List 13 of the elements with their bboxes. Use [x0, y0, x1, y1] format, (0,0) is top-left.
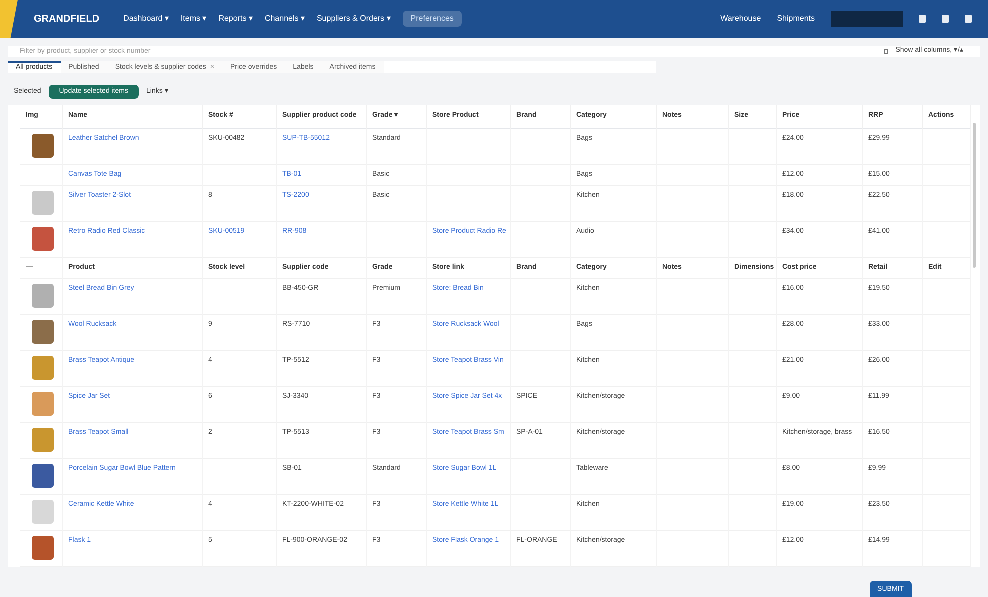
nav-link[interactable]: Channels ▾ — [264, 13, 305, 25]
nav-pill[interactable]: Preferences — [402, 11, 462, 27]
nav-link[interactable]: Reports ▾ — [218, 13, 253, 25]
nav-link[interactable]: Dashboard ▾ — [124, 13, 169, 25]
logo-icon — [0, 0, 18, 38]
nav-link[interactable]: Warehouse — [720, 13, 762, 25]
scrollbar-thumb[interactable] — [973, 123, 976, 268]
search-field[interactable] — [831, 11, 903, 27]
brand-name[interactable]: GRANDFIELD — [34, 12, 100, 26]
nav-link[interactable]: Items ▾ — [180, 13, 207, 25]
nav-link[interactable]: Suppliers & Orders ▾ — [316, 13, 391, 25]
columns-icon — [884, 48, 888, 54]
nav-link[interactable]: Shipments — [777, 13, 815, 25]
